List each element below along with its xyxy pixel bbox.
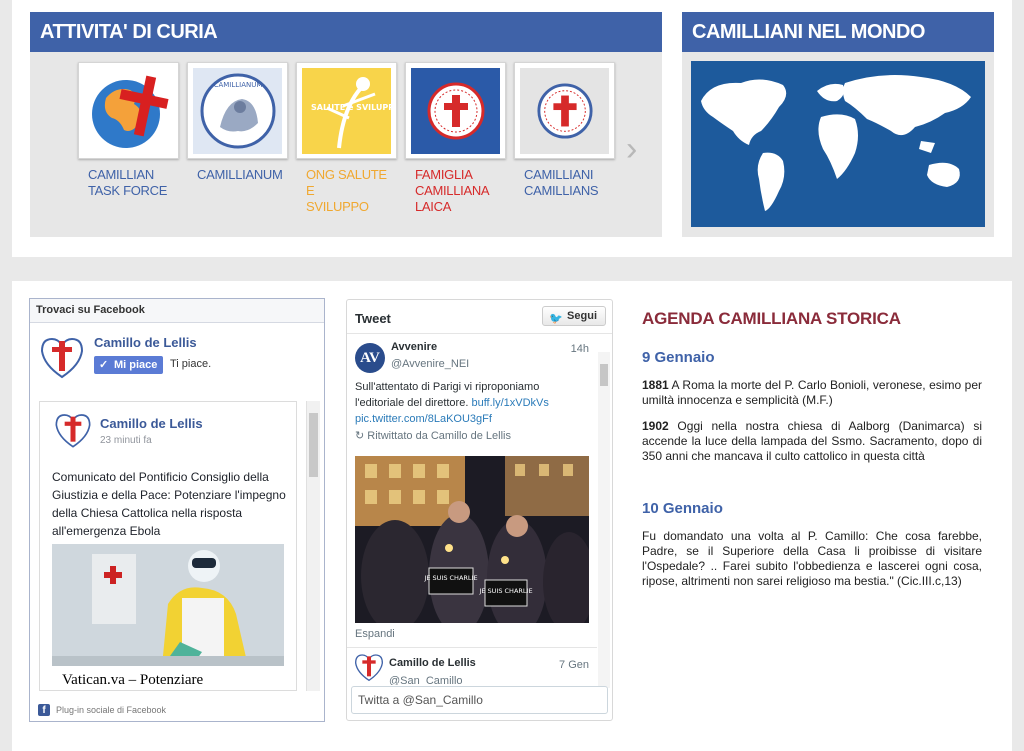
facebook-feed-scrollbar[interactable]: [306, 401, 320, 691]
facebook-feed[interactable]: Camillo de Lellis 23 minuti fa Comunicat…: [39, 401, 297, 691]
agenda-text: Oggi nella nostra chiesa di Aalborg (Dan…: [642, 419, 982, 463]
tweet-retweet-note: ↻ Ritwittato da Camillo de Lellis: [355, 429, 511, 442]
curia-section: ATTIVITA' DI CURIA CAMILLIAN TASK FORCE: [30, 12, 662, 237]
tile-label: CAMILLIANI CAMILLIANS: [524, 167, 599, 198]
facebook-plugin-label: Plug-in sociale di Facebook: [56, 705, 167, 715]
twitter-widget: Tweet 🐦 Segui AV Avvenire @Avvenire_NEI …: [346, 299, 613, 721]
facebook-f-icon: f: [38, 704, 50, 716]
retweet-icon: ↻: [355, 430, 365, 442]
tile-camilliani[interactable]: CAMILLIANI CAMILLIANS: [514, 62, 615, 215]
camillo-heart-logo-icon[interactable]: [353, 651, 385, 685]
twitter-bird-icon: 🐦: [549, 313, 563, 325]
facebook-page-name[interactable]: Camillo de Lellis: [94, 335, 197, 350]
tweet-author-handle[interactable]: @Avvenire_NEI: [391, 358, 469, 370]
tweet-author-name[interactable]: Camillo de Lellis: [389, 657, 476, 669]
tile-label: FAMIGLIA CAMILLIANA LAICA: [415, 167, 489, 214]
tweet-expand-link[interactable]: Espandi: [355, 628, 395, 640]
camilliani-logo: [520, 67, 609, 154]
facebook-like-button[interactable]: Mi piace: [94, 356, 164, 374]
facebook-page-info: Camillo de Lellis Mi piace Ti piace.: [30, 323, 324, 383]
agenda-section: AGENDA CAMILLIANA STORICA 9 Gennaio 1881…: [642, 309, 982, 589]
tile-task-force[interactable]: CAMILLIAN TASK FORCE: [78, 62, 179, 215]
tweet-time[interactable]: 14h: [571, 343, 589, 355]
camillianum-logo-text: CAMILLIANUM: [213, 81, 262, 89]
twitter-follow-label: Segui: [567, 310, 597, 322]
twitter-timeline[interactable]: AV Avvenire @Avvenire_NEI 14h Sull'atten…: [347, 335, 597, 685]
world-map[interactable]: [691, 61, 985, 227]
camillianum-logo: CAMILLIANUM: [193, 67, 282, 154]
facebook-post-link-title[interactable]: Vatican.va – Potenziare: [62, 672, 203, 689]
mondo-title: CAMILLIANI NEL MONDO: [682, 12, 994, 52]
tweet-time[interactable]: 7 Gen: [559, 659, 589, 671]
tweet-link-buff[interactable]: buff.ly/1xVDkVs: [471, 397, 548, 409]
camillo-heart-logo-icon[interactable]: [38, 333, 86, 386]
facebook-post-image[interactable]: [52, 544, 284, 666]
twitter-scrollbar[interactable]: [598, 352, 610, 688]
agenda-date: 10 Gennaio: [642, 500, 723, 517]
retweet-text: Ritwittato da Camillo de Lellis: [367, 430, 511, 442]
tile-famiglia-camilliana[interactable]: FAMIGLIA CAMILLIANA LAICA: [405, 62, 506, 215]
facebook-post-text: Comunicato del Pontificio Consiglio dell…: [52, 470, 286, 538]
task-force-logo: [84, 68, 173, 154]
facebook-like-status: Ti piace.: [170, 358, 212, 370]
agenda-date: 9 Gennaio: [642, 349, 715, 366]
tile-salute-sviluppo[interactable]: SALUTE e SVILUPPO ONG SALUTE e SVILUPPO: [296, 62, 397, 215]
tweet-author-name[interactable]: Avvenire: [391, 341, 437, 353]
tweet-text: Sull'attentato di Parigi vi riproponiamo…: [355, 379, 577, 427]
agenda-year: 1902: [642, 419, 669, 433]
facebook-post-author[interactable]: Camillo de Lellis: [100, 416, 203, 431]
tile-label: ONG SALUTE e SVILUPPO: [306, 167, 387, 214]
tweet-compose-input[interactable]: Twitta a @San_Camillo: [351, 686, 608, 714]
facebook-widget: Trovaci su Facebook Camillo de Lellis Mi…: [29, 298, 325, 722]
tweet-divider: [347, 647, 597, 648]
tile-camillianum[interactable]: CAMILLIANUM CAMILLIANUM: [187, 62, 288, 215]
tile-label: CAMILLIANUM: [197, 167, 283, 182]
curia-title: ATTIVITA' DI CURIA: [30, 12, 662, 52]
facebook-widget-header: Trovaci su Facebook: [30, 299, 324, 323]
scrollbar-thumb[interactable]: [309, 413, 318, 477]
mondo-section: CAMILLIANI NEL MONDO: [682, 12, 994, 237]
avvenire-avatar[interactable]: AV: [355, 343, 385, 373]
famiglia-logo: [411, 67, 500, 154]
facebook-post-header: Camillo de Lellis 23 minuti fa: [40, 402, 296, 452]
agenda-title: AGENDA CAMILLIANA STORICA: [642, 309, 901, 328]
twitter-follow-button[interactable]: 🐦 Segui: [542, 306, 606, 326]
agenda-text: A Roma la morte del P. Carlo Bonioli, ve…: [642, 378, 982, 407]
salute-logo-text: SALUTE e SVILUPPO: [311, 103, 391, 112]
agenda-year: 1881: [642, 378, 669, 392]
facebook-plugin-footer[interactable]: f Plug-in sociale di Facebook: [30, 699, 324, 721]
twitter-widget-header: Tweet 🐦 Segui: [347, 300, 612, 334]
facebook-post-time[interactable]: 23 minuti fa: [100, 435, 152, 446]
agenda-entry: 1881 A Roma la morte del P. Carlo Boniol…: [642, 378, 982, 408]
tweet-link-pic[interactable]: pic.twitter.com/8LaKOU3gFf: [355, 413, 492, 425]
camillo-heart-logo-icon[interactable]: [53, 410, 93, 455]
salute-sviluppo-logo: SALUTE e SVILUPPO: [302, 67, 391, 154]
tweet-photo[interactable]: JE SUIS CHARLIE JE SUIS CHARLIE: [355, 456, 589, 623]
photo-sign-text: JE SUIS CHARLIE: [423, 574, 477, 582]
curia-carousel: CAMILLIAN TASK FORCE CAMILLIANUM CAMILLI…: [78, 62, 615, 215]
twitter-widget-title: Tweet: [355, 311, 391, 326]
photo-sign-text: JE SUIS CHARLIE: [478, 587, 532, 595]
top-panel: ATTIVITA' DI CURIA CAMILLIAN TASK FORCE: [12, 0, 1012, 257]
bottom-panel: Trovaci su Facebook Camillo de Lellis Mi…: [12, 281, 1012, 751]
scrollbar-thumb[interactable]: [600, 364, 608, 386]
tweet-author-handle[interactable]: @San_Camillo: [389, 675, 463, 685]
carousel-next-icon[interactable]: ›: [626, 130, 637, 169]
agenda-entry: 1902 Oggi nella nostra chiesa di Aalborg…: [642, 419, 982, 464]
agenda-entry: Fu domandato una volta al P. Camillo: Ch…: [642, 529, 982, 588]
tile-label: CAMILLIAN TASK FORCE: [88, 167, 168, 198]
